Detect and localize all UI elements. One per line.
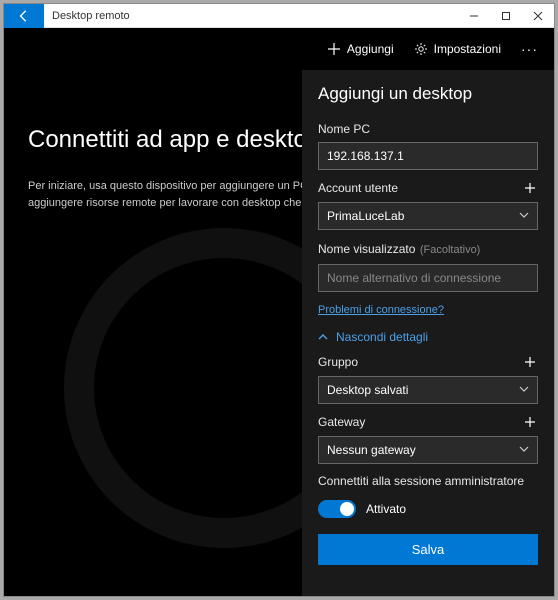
more-button[interactable]: ··· (513, 41, 546, 57)
back-button[interactable] (4, 4, 44, 28)
gateway-label: Gateway (318, 415, 365, 429)
plus-icon (524, 416, 536, 428)
group-label: Gruppo (318, 355, 358, 369)
chevron-down-icon (519, 383, 529, 397)
panel-title: Aggiungi un desktop (318, 84, 538, 104)
group-selected: Desktop salvati (327, 383, 408, 397)
titlebar: Desktop remoto (4, 4, 554, 28)
plus-icon (524, 182, 536, 194)
add-button[interactable]: Aggiungi (319, 42, 402, 56)
settings-button[interactable]: Impostazioni (406, 42, 509, 56)
close-icon (533, 11, 543, 21)
plus-icon (524, 356, 536, 368)
admin-session-toggle[interactable] (318, 500, 356, 518)
pc-name-input[interactable] (318, 142, 538, 170)
hide-details-toggle[interactable]: Nascondi dettagli (318, 330, 538, 344)
admin-session-state: Attivato (366, 502, 406, 516)
user-account-label: Account utente (318, 181, 398, 195)
user-account-field: Account utente PrimaLuceLab (318, 180, 538, 230)
hide-details-label: Nascondi dettagli (336, 330, 428, 344)
group-field: Gruppo Desktop salvati (318, 354, 538, 404)
display-name-input[interactable] (318, 264, 538, 292)
add-group-button[interactable] (522, 354, 538, 370)
add-gateway-button[interactable] (522, 414, 538, 430)
plus-icon (327, 42, 341, 56)
close-button[interactable] (522, 4, 554, 28)
display-name-optional: (Facoltativo) (420, 244, 481, 256)
user-account-selected: PrimaLuceLab (327, 209, 404, 223)
more-icon: ··· (521, 41, 538, 57)
minimize-button[interactable] (458, 4, 490, 28)
connection-problems-link[interactable]: Problemi di connessione? (318, 304, 538, 316)
window-title: Desktop remoto (44, 10, 458, 22)
pc-name-label: Nome PC (318, 122, 538, 136)
maximize-button[interactable] (490, 4, 522, 28)
user-account-select[interactable]: PrimaLuceLab (318, 202, 538, 230)
add-label: Aggiungi (347, 42, 394, 56)
maximize-icon (501, 11, 511, 21)
gear-icon (414, 42, 428, 56)
chevron-down-icon (519, 443, 529, 457)
gateway-select[interactable]: Nessun gateway (318, 436, 538, 464)
content-area: Aggiungi Impostazioni ··· Connettiti ad … (4, 28, 554, 596)
add-desktop-panel: Aggiungi un desktop Nome PC Account uten… (302, 70, 554, 596)
chevron-down-icon (519, 209, 529, 223)
add-user-button[interactable] (522, 180, 538, 196)
app-window: Desktop remoto Aggiungi Impostazioni (3, 3, 555, 597)
group-select[interactable]: Desktop salvati (318, 376, 538, 404)
minimize-icon (469, 11, 479, 21)
display-name-field: Nome visualizzato (Facoltativo) (318, 240, 538, 292)
window-controls (458, 4, 554, 28)
toggle-knob (340, 502, 354, 516)
display-name-label: Nome visualizzato (318, 242, 415, 256)
pc-name-field: Nome PC (318, 122, 538, 170)
admin-session-field: Connettiti alla sessione amministratore … (318, 474, 538, 518)
arrow-left-icon (17, 9, 31, 23)
save-button[interactable]: Salva (318, 534, 538, 565)
chevron-up-icon (318, 332, 328, 342)
settings-label: Impostazioni (434, 42, 501, 56)
gateway-selected: Nessun gateway (327, 443, 416, 457)
admin-session-label: Connettiti alla sessione amministratore (318, 474, 538, 488)
gateway-field: Gateway Nessun gateway (318, 414, 538, 464)
toolbar: Aggiungi Impostazioni ··· (4, 28, 554, 70)
